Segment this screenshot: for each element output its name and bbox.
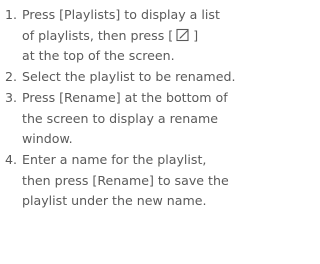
step-4: 4. Enter a name for the playlist, then p… bbox=[5, 150, 279, 212]
step-text: Enter a name for the playlist, then pres… bbox=[22, 150, 279, 212]
step-number: 1. bbox=[5, 7, 18, 22]
step-text: Press [Playlists] to display a list of p… bbox=[22, 5, 279, 67]
step-3: 3. Press [Rename] at the bottom of the s… bbox=[5, 88, 279, 150]
step-2: 2. Select the playlist to be renamed. bbox=[5, 67, 279, 88]
step-line-part: ] bbox=[193, 27, 199, 43]
step-line: window. bbox=[22, 131, 73, 147]
step-line: Enter a name for the playlist, bbox=[22, 151, 207, 167]
step-1: 1. Press [Playlists] to display a list o… bbox=[5, 5, 279, 67]
step-line: playlist under the new name. bbox=[22, 193, 207, 209]
step-line: at the top of the screen. bbox=[22, 48, 175, 64]
step-number: 2. bbox=[5, 69, 18, 85]
step-line: Press [Playlists] to display a list bbox=[22, 7, 220, 22]
step-number: 4. bbox=[5, 151, 18, 167]
step-text: Press [Rename] at the bottom of the scre… bbox=[22, 88, 279, 150]
instruction-list: 1. Press [Playlists] to display a list o… bbox=[5, 5, 279, 212]
step-line: Press [Rename] at the bottom of bbox=[22, 89, 228, 105]
step-text: Select the playlist to be renamed. bbox=[22, 67, 279, 88]
step-line: then press [Rename] to save the bbox=[22, 172, 229, 188]
step-number: 3. bbox=[5, 89, 18, 105]
step-line: the screen to display a rename bbox=[22, 110, 218, 126]
edit-icon bbox=[176, 28, 190, 42]
step-line-part: of playlists, then press [ bbox=[22, 27, 174, 43]
step-line: of playlists, then press [] bbox=[22, 26, 279, 47]
step-line: Select the playlist to be renamed. bbox=[22, 69, 236, 85]
